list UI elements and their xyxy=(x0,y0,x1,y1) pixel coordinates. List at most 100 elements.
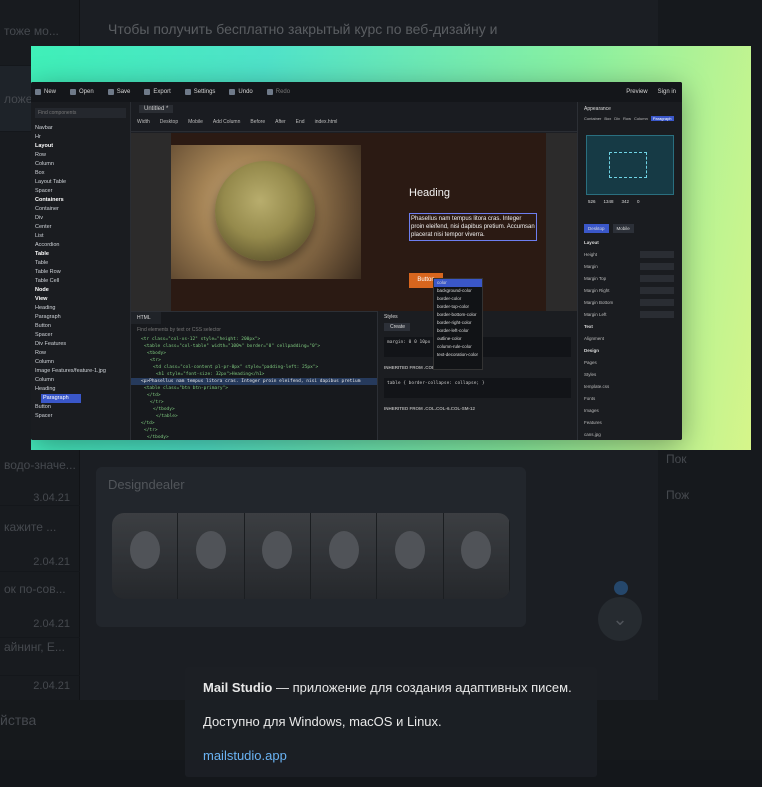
tree-item: Div xyxy=(35,215,43,221)
layout-row: Height xyxy=(578,249,682,261)
caption-link[interactable]: mailstudio.app xyxy=(203,747,579,765)
tree-item: Containers xyxy=(35,197,64,203)
tree-item: Button xyxy=(35,323,51,329)
caption-gap xyxy=(203,697,579,713)
code-line: <td class="col-content pl-pr-0px" style=… xyxy=(153,365,319,370)
layout-row-label: Margin xyxy=(584,264,598,269)
box-model-content xyxy=(609,152,647,178)
dropdown-option: color xyxy=(434,279,482,287)
toolbar-settings: Settings xyxy=(184,89,215,95)
code-line: <p>Phasellus nam tempus litora cras. Int… xyxy=(131,378,377,385)
tree-list: Navbar Hr Layout Row Column Box Layout Table Sp… xyxy=(31,124,130,421)
code-line: <tr> xyxy=(150,358,161,363)
tree-item: Paragraph xyxy=(35,314,61,320)
design-tree-item: template.css xyxy=(584,384,610,389)
tree-item: Layout xyxy=(35,143,54,149)
html-panel: HTML Find elements by text or CSS select… xyxy=(131,311,377,440)
layout-row-field xyxy=(640,287,674,294)
design-tree-item: Images xyxy=(584,408,599,413)
toolbar-save: Save xyxy=(107,89,130,95)
design-label: Design xyxy=(584,348,600,353)
components-tree: Find components Navbar Hr Layout Row Column B… xyxy=(31,102,131,440)
preview-paragraph: Phasellus nam tempus litora cras. Intege… xyxy=(409,213,537,241)
toolbar-redo: Redo xyxy=(266,89,290,95)
layout-label: Layout xyxy=(584,240,599,245)
tree-item: Center xyxy=(35,224,52,230)
tree-item: Column xyxy=(35,161,54,167)
appearance-tab: Row xyxy=(623,116,632,121)
appearance-tab: Column xyxy=(634,116,648,121)
box-model xyxy=(586,135,674,195)
layout-rows: Height Margin Margin Top Margin Right Margin… xyxy=(578,249,682,321)
media-caption: Mail Studio — приложение для создания ад… xyxy=(185,667,597,777)
device-mobile: Mobile xyxy=(612,224,634,233)
tree-item: Spacer xyxy=(35,188,53,194)
layout-row: Margin xyxy=(578,261,682,273)
code-line: </td> xyxy=(147,393,161,398)
dropdown-option: border-color xyxy=(437,296,462,301)
dropdown-option: border-top-color xyxy=(437,304,470,309)
speaker-image xyxy=(215,161,315,261)
tree-search: Find components xyxy=(35,108,126,118)
text-label: Text xyxy=(584,324,593,329)
tree-item: Accordion xyxy=(35,242,60,248)
box-value: 526 xyxy=(588,199,596,204)
toolbar-new: New xyxy=(35,89,56,95)
subbar-row: Width Desktop Mobile Add Column Before A… xyxy=(137,119,338,125)
tree-item: View xyxy=(35,296,48,302)
design-tree-item: cans.jpg xyxy=(584,432,601,437)
html-tab: HTML xyxy=(131,312,161,324)
html-search: Find elements by text or CSS selector xyxy=(137,327,221,333)
layout-row-field xyxy=(640,275,674,282)
folder-icon xyxy=(70,89,77,95)
code-list: <tr class="col-xs-12" style="height: 200… xyxy=(131,336,377,440)
tree-item: Hr xyxy=(35,134,41,140)
email-preview: Heading Phasellus nam tempus litora cras… xyxy=(171,133,546,311)
media-image[interactable]: New Open Save Export Settings Undo Redo … xyxy=(31,46,751,450)
css-property-dropdown: color background-color border-color border-… xyxy=(433,278,483,370)
code-line: </tbody> xyxy=(147,435,169,440)
design-tree: Pages Styles template.css Fonts Images Featur… xyxy=(578,357,682,440)
dropdown-option: border-left-color xyxy=(437,328,469,333)
tree-item: Table Row xyxy=(35,269,61,275)
appearance-tab: Div xyxy=(614,116,621,121)
gear-icon xyxy=(184,89,191,95)
app-toolbar: New Open Save Export Settings Undo Redo … xyxy=(31,82,682,102)
layout-row-label: Margin Bottom xyxy=(584,300,614,305)
dropdown-option: outline-color xyxy=(437,336,462,341)
preview-heading: Heading xyxy=(409,187,450,199)
code-line: </td> xyxy=(141,421,155,426)
save-icon xyxy=(107,89,114,95)
export-icon xyxy=(144,89,151,95)
dropdown-option: background-color xyxy=(437,288,472,293)
box-value: 0 xyxy=(637,199,640,204)
toolbar-export: Export xyxy=(144,89,171,95)
dropdown-option: column-rule-color xyxy=(437,344,472,349)
toolbar-right: Preview Sign in xyxy=(626,89,682,95)
tree-item: Heading xyxy=(35,305,56,311)
tree-item-selected: Paragraph xyxy=(41,394,81,403)
layout-row-field xyxy=(640,311,674,318)
document-tab: Untitled * xyxy=(139,105,174,113)
css-inherited-label: INHERITED FROM .COL.COL-6.COL-SM-12 xyxy=(384,406,475,411)
code-line: </tr> xyxy=(144,428,158,433)
device-buttons: Desktop Mobile xyxy=(578,220,682,237)
toolbar-undo: Undo xyxy=(229,89,253,95)
new-icon xyxy=(35,89,41,95)
app-screenshot: New Open Save Export Settings Undo Redo … xyxy=(31,82,682,440)
box-value: 342 xyxy=(621,199,630,204)
code-line: <tr class="col-xs-12" style="height: 200… xyxy=(141,337,261,342)
code-line: <table class="col-table" width="100%" bo… xyxy=(144,344,321,349)
box-values: 526 1348 342 0 xyxy=(578,199,682,204)
toolbar-preview: Preview xyxy=(626,89,648,95)
code-line: </tbody> xyxy=(153,407,175,412)
appearance-tab: Container xyxy=(584,116,602,121)
dropdown-option: border-bottom-color xyxy=(437,312,477,317)
tree-item: Button xyxy=(35,404,51,410)
layout-row-label: Height xyxy=(584,252,598,257)
tree-item: Row xyxy=(35,152,47,158)
tree-item: Spacer xyxy=(35,332,53,338)
design-tree-item: Pages xyxy=(584,360,597,365)
tree-item: Navbar xyxy=(35,125,53,131)
tree-item: Row xyxy=(35,350,47,356)
